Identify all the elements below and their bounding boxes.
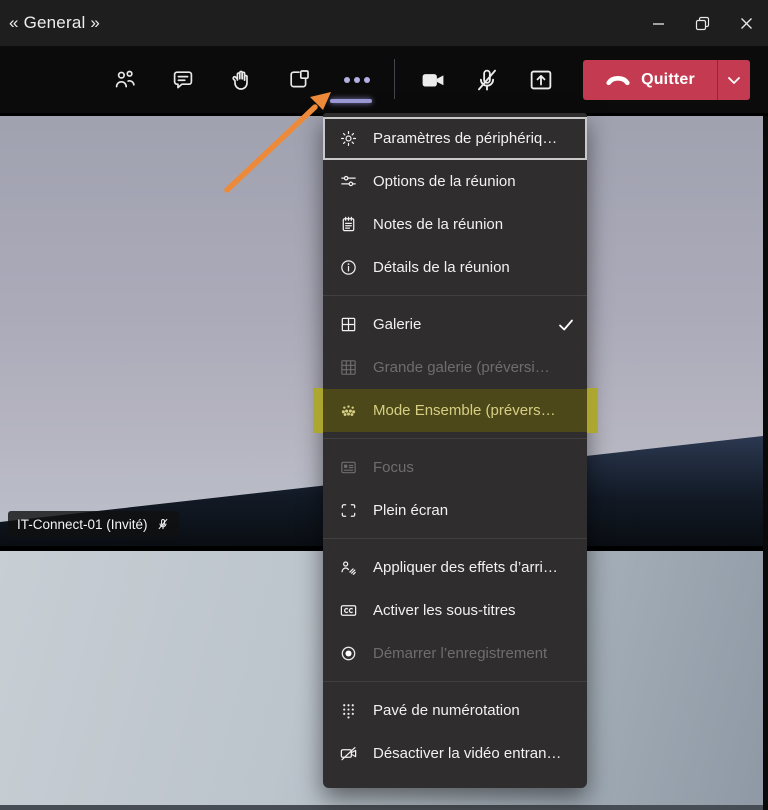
- menu-item-turn-off-incoming-video[interactable]: Désactiver la vidéo entran…: [323, 732, 587, 775]
- minimize-icon: [652, 22, 664, 25]
- menu-item-meeting-details[interactable]: Détails de la réunion: [323, 246, 587, 289]
- meeting-toolbar: Quitter: [0, 46, 768, 113]
- close-button[interactable]: [724, 0, 768, 46]
- camera-button[interactable]: [420, 67, 446, 93]
- share-screen-button[interactable]: [528, 67, 554, 93]
- menu-item-label: Paramètres de périphériq…: [373, 130, 558, 147]
- menu-item-label: Appliquer des effets d’arri…: [373, 559, 558, 576]
- notepad-icon: [338, 215, 358, 235]
- share-screen-icon: [530, 70, 552, 89]
- mic-muted-button[interactable]: [474, 67, 500, 93]
- focus-icon: [338, 458, 358, 478]
- restore-button[interactable]: [680, 0, 724, 46]
- quit-main[interactable]: Quitter: [583, 60, 717, 100]
- menu-item-meeting-options[interactable]: Options de la réunion: [323, 160, 587, 203]
- menu-item-gallery[interactable]: Galerie: [323, 303, 587, 346]
- more-options-button[interactable]: [344, 67, 370, 93]
- menu-item-label: Détails de la réunion: [373, 259, 510, 276]
- window-title: « General »: [9, 13, 101, 32]
- menu-item-background-effects[interactable]: Appliquer des effets d’arri…: [323, 546, 587, 589]
- chat-button[interactable]: [170, 67, 196, 93]
- arrow-annotation: [224, 92, 331, 193]
- menu-item-meeting-notes[interactable]: Notes de la réunion: [323, 203, 587, 246]
- menu-item-label: Activer les sous-titres: [373, 602, 516, 619]
- participant-name: IT-Connect-01 (Invité): [17, 516, 148, 532]
- mic-muted-icon: [478, 69, 496, 91]
- menu-item-label: Galerie: [373, 316, 422, 333]
- toolbar-divider: [394, 59, 395, 99]
- sliders-icon: [338, 172, 358, 192]
- chat-icon: [173, 70, 193, 88]
- menu-item-start-recording: Démarrer l’enregistrement: [323, 632, 587, 675]
- menu-item-together-mode[interactable]: Mode Ensemble (prévers…: [323, 389, 587, 432]
- video-right-edge: [763, 116, 768, 810]
- window-controls: [636, 0, 768, 46]
- gear-icon: [338, 129, 358, 149]
- menu-item-captions[interactable]: Activer les sous-titres: [323, 589, 587, 632]
- menu-item-large-gallery: Grande galerie (préversi…: [323, 346, 587, 389]
- menu-item-fullscreen[interactable]: Plein écran: [323, 489, 587, 532]
- minimize-button[interactable]: [636, 0, 680, 46]
- menu-item-label: Démarrer l’enregistrement: [373, 645, 548, 662]
- menu-divider: [323, 538, 587, 539]
- menu-item-label: Mode Ensemble (prévers…: [373, 402, 556, 419]
- together-mode-icon: [338, 401, 358, 421]
- menu-item-device-settings[interactable]: Paramètres de périphériq…: [323, 117, 587, 160]
- video-bottom-strip: [0, 805, 768, 810]
- menu-item-label: Pavé de numérotation: [373, 702, 520, 719]
- dialpad-icon: [338, 701, 358, 721]
- participant-name-badge: IT-Connect-01 (Invité): [8, 511, 179, 537]
- highlight-annotation-right: [587, 388, 598, 433]
- closed-captions-icon: [338, 601, 358, 621]
- menu-divider: [323, 295, 587, 296]
- mic-muted-icon: [156, 517, 170, 531]
- background-effects-icon: [338, 558, 358, 578]
- menu-item-label: Notes de la réunion: [373, 216, 504, 233]
- check-icon: [557, 316, 575, 334]
- participants-button[interactable]: [112, 67, 138, 93]
- hang-up-icon: [606, 75, 630, 86]
- menu-item-label: Grande galerie (préversi…: [373, 359, 550, 376]
- camera-icon: [422, 73, 444, 86]
- menu-item-label: Options de la réunion: [373, 173, 516, 190]
- quit-button[interactable]: Quitter: [583, 60, 750, 100]
- quit-label: Quitter: [641, 71, 695, 88]
- titlebar: « General »: [0, 0, 768, 46]
- grid-2x2-icon: [338, 315, 358, 335]
- more-options-menu: Paramètres de périphériq… Options de la …: [323, 113, 587, 788]
- highlight-annotation-left: [313, 388, 323, 433]
- more-options-icon: [344, 76, 370, 83]
- toolbar-right-group: [420, 46, 554, 113]
- fullscreen-icon: [338, 501, 358, 521]
- close-icon: [740, 17, 752, 29]
- camera-off-icon: [338, 744, 358, 764]
- menu-item-dialpad[interactable]: Pavé de numérotation: [323, 689, 587, 732]
- grid-3x3-icon: [338, 358, 358, 378]
- quit-chevron-button[interactable]: [718, 60, 750, 100]
- menu-divider: [323, 681, 587, 682]
- menu-divider: [323, 438, 587, 439]
- record-icon: [338, 644, 358, 664]
- chevron-down-icon: [728, 76, 740, 84]
- info-icon: [338, 258, 358, 278]
- participants-icon: [115, 70, 135, 87]
- menu-item-label: Focus: [373, 459, 414, 476]
- menu-item-label: Désactiver la vidéo entran…: [373, 745, 562, 762]
- menu-item-label: Plein écran: [373, 502, 449, 519]
- restore-icon: [695, 16, 709, 30]
- menu-item-focus: Focus: [323, 446, 587, 489]
